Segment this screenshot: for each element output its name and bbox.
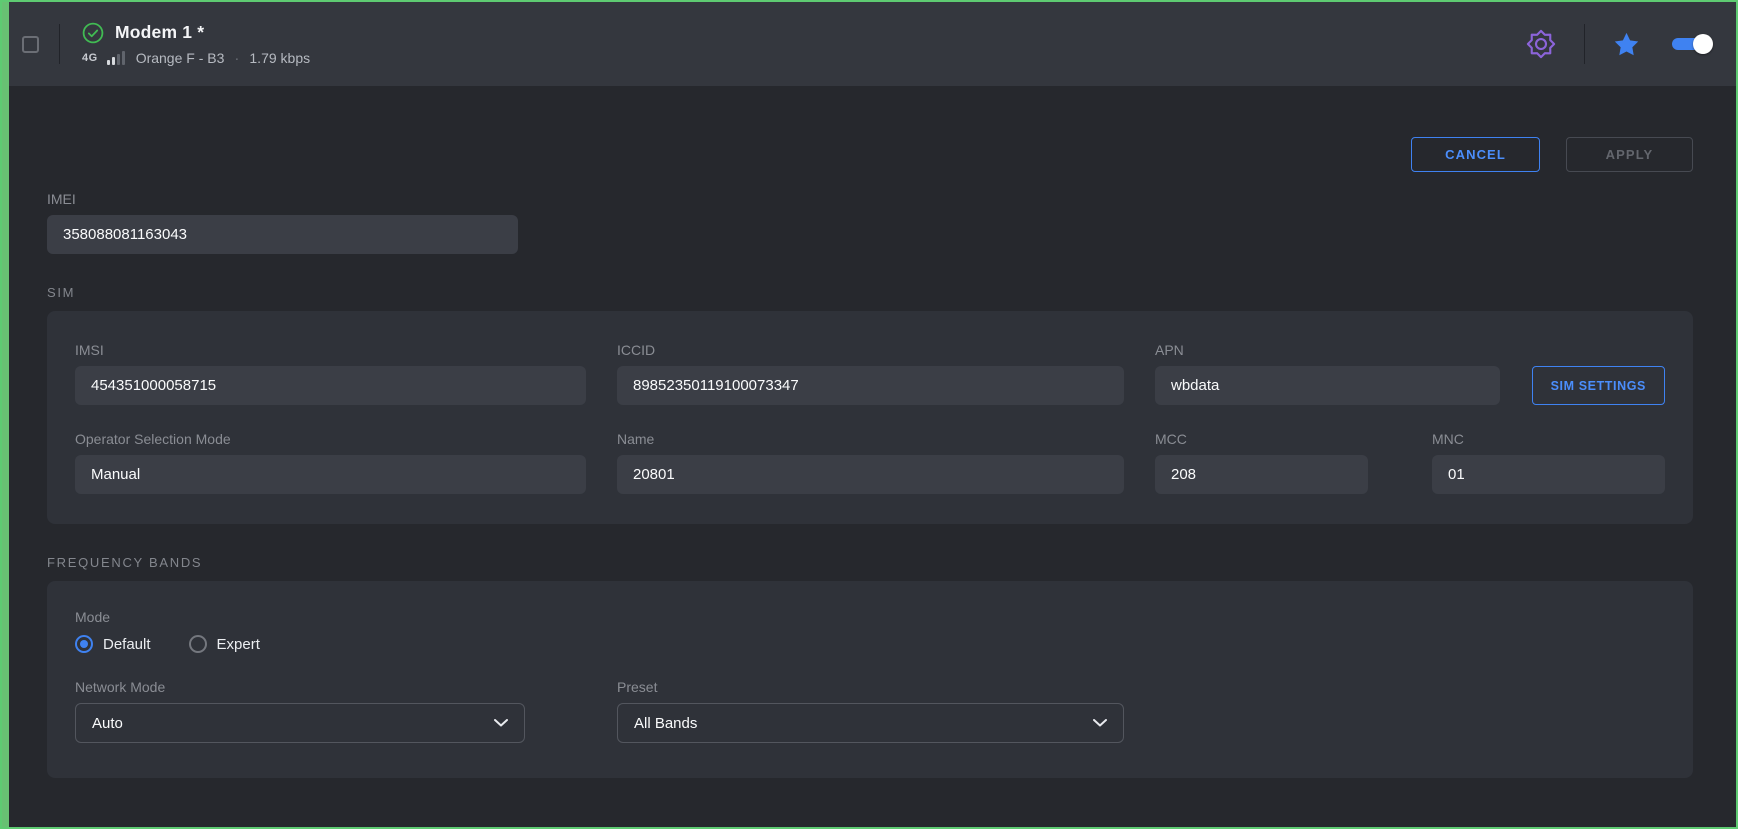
apply-button[interactable]: APPLY — [1566, 137, 1693, 172]
operator-selection-mode-label: Operator Selection Mode — [75, 431, 586, 447]
mode-option-default-label: Default — [103, 636, 151, 653]
imei-field-group: IMEI — [47, 191, 518, 254]
preset-label: Preset — [617, 679, 1124, 695]
iccid-input[interactable] — [617, 366, 1124, 405]
apn-field-group: APN — [1155, 342, 1500, 405]
network-mode-field-group: Network Mode Auto — [75, 679, 525, 743]
imei-input[interactable] — [47, 215, 518, 254]
iccid-field-group: ICCID — [617, 342, 1124, 405]
imsi-input[interactable] — [75, 366, 586, 405]
sim-card: IMSI ICCID APN SIM SETTINGS Operator Sel… — [47, 311, 1693, 524]
operator-selection-mode-field-group: Operator Selection Mode — [75, 431, 586, 494]
separator-dot: · — [234, 50, 239, 67]
header-divider — [59, 24, 60, 64]
cancel-button[interactable]: CANCEL — [1411, 137, 1540, 172]
imsi-field-group: IMSI — [75, 342, 586, 405]
name-label: Name — [617, 431, 1124, 447]
header-actions-divider — [1584, 24, 1585, 64]
network-mode-select[interactable]: Auto — [75, 703, 525, 743]
settings-button[interactable] — [1526, 29, 1556, 59]
radio-selected-icon — [75, 635, 93, 653]
mode-option-default[interactable]: Default — [75, 635, 151, 653]
mnc-label: MNC — [1432, 431, 1665, 447]
network-mode-label: Network Mode — [75, 679, 525, 695]
chevron-down-icon — [494, 719, 508, 727]
modem-select-checkbox[interactable] — [22, 36, 39, 53]
operator-selection-mode-input[interactable] — [75, 455, 586, 494]
chevron-down-icon — [1093, 719, 1107, 727]
toggle-knob — [1693, 34, 1713, 54]
modem-title: Modem 1 * — [115, 22, 204, 43]
mcc-label: MCC — [1155, 431, 1368, 447]
iccid-label: ICCID — [617, 342, 1124, 358]
form-actions: CANCEL APPLY — [47, 137, 1693, 172]
operator-label: Orange F - B3 — [136, 50, 225, 66]
signal-strength-icon — [107, 51, 125, 65]
sim-section-label: SIM — [47, 285, 1693, 300]
name-field-group: Name — [617, 431, 1124, 494]
modem-identity: Modem 1 * 4G Orange F - B3 · 1.79 kbps — [82, 22, 310, 67]
modem-enable-toggle[interactable] — [1672, 38, 1710, 50]
modem-config-window: Modem 1 * 4G Orange F - B3 · 1.79 kbps — [0, 0, 1738, 829]
name-input[interactable] — [617, 455, 1124, 494]
mode-option-expert[interactable]: Expert — [189, 635, 260, 653]
selection-accent-bar — [2, 2, 9, 827]
star-icon — [1613, 31, 1640, 58]
preset-select[interactable]: All Bands — [617, 703, 1124, 743]
status-ok-icon — [82, 22, 104, 44]
mode-radio-group: Default Expert — [75, 635, 1665, 653]
mode-label: Mode — [75, 609, 1665, 625]
network-mode-value: Auto — [92, 715, 123, 732]
gear-icon — [1526, 29, 1556, 59]
header-actions — [1526, 24, 1710, 64]
frequency-bands-section-label: FREQUENCY BANDS — [47, 555, 1693, 570]
network-type-badge: 4G — [82, 52, 98, 64]
modem-header: Modem 1 * 4G Orange F - B3 · 1.79 kbps — [9, 2, 1736, 86]
apn-input[interactable] — [1155, 366, 1500, 405]
sim-settings-button[interactable]: SIM SETTINGS — [1532, 366, 1665, 405]
throughput-label: 1.79 kbps — [249, 50, 310, 66]
imei-label: IMEI — [47, 191, 518, 207]
apn-label: APN — [1155, 342, 1500, 358]
mcc-field-group: MCC — [1155, 431, 1368, 494]
frequency-bands-card: Mode Default Expert Network Mode Auto — [47, 581, 1693, 778]
mcc-input[interactable] — [1155, 455, 1368, 494]
preset-value: All Bands — [634, 715, 697, 732]
imsi-label: IMSI — [75, 342, 586, 358]
preset-field-group: Preset All Bands — [617, 679, 1124, 743]
radio-unselected-icon — [189, 635, 207, 653]
mnc-input[interactable] — [1432, 455, 1665, 494]
modem-settings-form: CANCEL APPLY IMEI SIM IMSI ICCID APN — [9, 137, 1736, 778]
favorite-button[interactable] — [1613, 31, 1640, 58]
mode-option-expert-label: Expert — [217, 636, 260, 653]
mnc-field-group: MNC — [1432, 431, 1665, 494]
